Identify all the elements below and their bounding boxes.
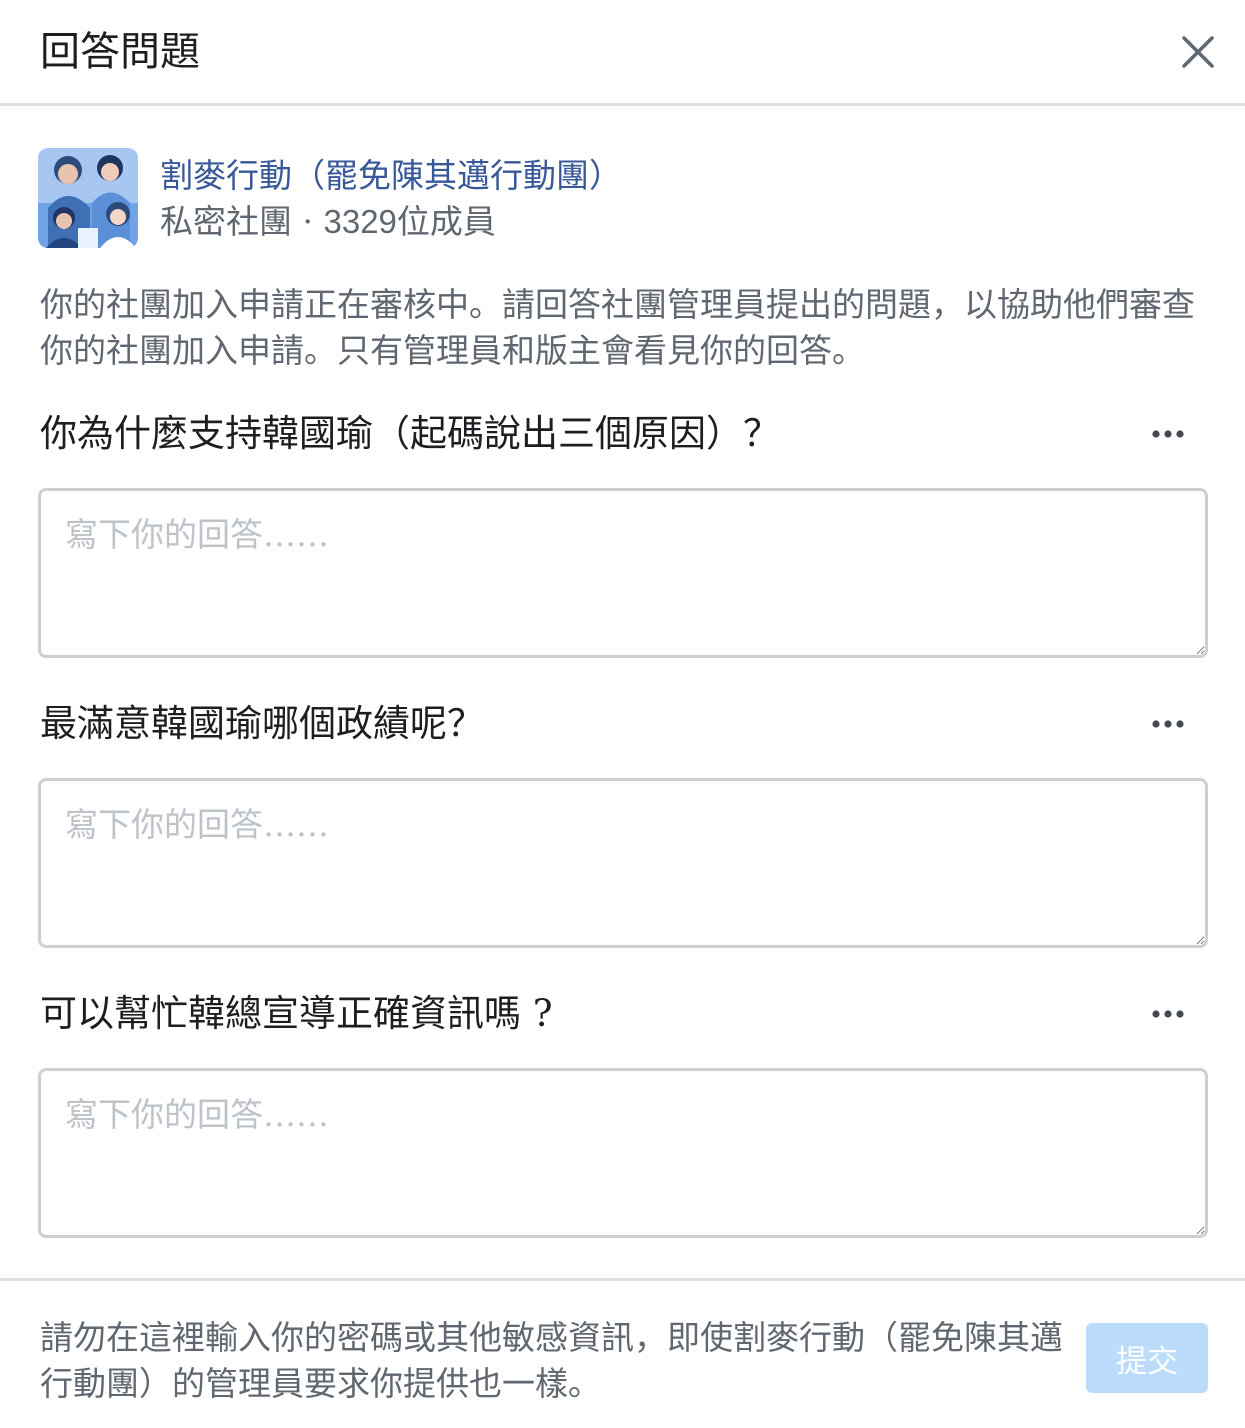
group-avatar[interactable] bbox=[38, 148, 138, 248]
question-text: 最滿意韓國瑜哪個政績呢？ bbox=[40, 702, 484, 745]
question-more-button[interactable] bbox=[1148, 1002, 1188, 1026]
question-text: 可以幫忙韓總宣導正確資訊嗎 ? bbox=[40, 992, 553, 1035]
member-count: 3329 bbox=[323, 203, 397, 240]
more-horizontal-icon bbox=[1152, 720, 1184, 728]
question-block: 最滿意韓國瑜哪個政績呢？ bbox=[38, 698, 1208, 948]
group-info: 割麥行動（罷免陳其邁行動團） 私密社團 · 3329位成員 bbox=[38, 148, 1208, 248]
group-avatar-illustration bbox=[38, 148, 138, 248]
close-button[interactable] bbox=[1176, 30, 1220, 74]
answer-input[interactable] bbox=[38, 1068, 1208, 1238]
question-block: 你為什麼支持韓國瑜（起碼說出三個原因）？ bbox=[38, 408, 1208, 658]
question-block: 可以幫忙韓總宣導正確資訊嗎 ? bbox=[38, 988, 1208, 1238]
close-icon bbox=[1182, 36, 1214, 68]
answer-input[interactable] bbox=[38, 778, 1208, 948]
member-suffix: 位成員 bbox=[396, 202, 496, 241]
more-horizontal-icon bbox=[1152, 430, 1184, 438]
question-text: 你為什麼支持韓國瑜（起碼說出三個原因）？ bbox=[40, 412, 780, 455]
intro-text: 你的社團加入申請正在審核中。請回答社團管理員提出的問題，以協助他們審查你的社團加… bbox=[40, 285, 1195, 370]
privacy-warning: 請勿在這裡輸入你的密碼或其他敏感資訊，即使割麥行動（罷免陳其邁行動團）的管理員要… bbox=[40, 1318, 1063, 1403]
group-privacy: 私密社團 · bbox=[160, 202, 324, 241]
question-more-button[interactable] bbox=[1148, 712, 1188, 736]
submit-button[interactable]: 提交 bbox=[1086, 1323, 1208, 1393]
group-name-link[interactable]: 割麥行動（罷免陳其邁行動團） bbox=[160, 156, 622, 196]
answer-input[interactable] bbox=[38, 488, 1208, 658]
more-horizontal-icon bbox=[1152, 1010, 1184, 1018]
group-meta: 私密社團 · 3329位成員 bbox=[160, 202, 496, 242]
dialog-header: 回答問題 bbox=[0, 0, 1245, 106]
dialog-footer: 請勿在這裡輸入你的密碼或其他敏感資訊，即使割麥行動（罷免陳其邁行動團）的管理員要… bbox=[0, 1278, 1245, 1428]
dialog-title: 回答問題 bbox=[40, 29, 200, 75]
answer-questions-dialog: 回答問題 割麥行動（罷免陳其邁行動團） 私密社團 · 3329位成員 你的社團加… bbox=[0, 0, 1245, 1428]
question-more-button[interactable] bbox=[1148, 422, 1188, 446]
